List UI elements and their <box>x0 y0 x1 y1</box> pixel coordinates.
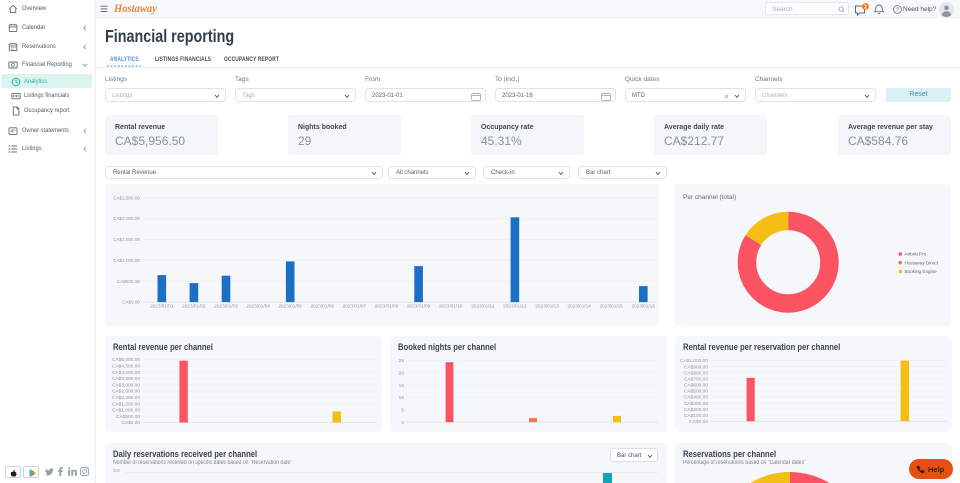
svg-text:2023/01/02: 2023/01/02 <box>182 304 206 309</box>
svg-text:CA$0.00: CA$0.00 <box>122 300 140 305</box>
svg-text:2023/01/16: 2023/01/16 <box>632 304 656 309</box>
svg-text:CA$900.00: CA$900.00 <box>684 364 708 370</box>
svg-text:CA$1,000.00: CA$1,000.00 <box>113 258 140 263</box>
svg-text:Per channel (total): Per channel (total) <box>683 194 736 201</box>
svg-text:CA$1,500.00: CA$1,500.00 <box>112 401 140 407</box>
svg-text:?: ? <box>896 8 899 14</box>
svg-text:2023/01/08: 2023/01/08 <box>375 304 399 309</box>
svg-text:CA$2,500.00: CA$2,500.00 <box>113 195 140 200</box>
svg-text:CA$100.00: CA$100.00 <box>684 413 708 419</box>
svg-text:CA$2,000.00: CA$2,000.00 <box>113 216 140 221</box>
svg-text:CA$300.00: CA$300.00 <box>684 401 708 407</box>
svg-text:2023/01/06: 2023/01/06 <box>311 304 335 309</box>
svg-text:2023/01/15: 2023/01/15 <box>599 304 623 309</box>
svg-text:2023/01/10: 2023/01/10 <box>439 304 463 309</box>
svg-text:CA$2,500.00: CA$2,500.00 <box>112 389 140 395</box>
svg-text:5: 5 <box>401 408 404 414</box>
svg-text:2023/01/12: 2023/01/12 <box>503 304 527 309</box>
svg-text:25: 25 <box>399 358 405 364</box>
svg-text:15: 15 <box>399 383 405 389</box>
svg-text:2023/01/13: 2023/01/13 <box>535 304 559 309</box>
svg-text:CA$400.00: CA$400.00 <box>684 395 708 401</box>
svg-text:CA$500.00: CA$500.00 <box>116 414 140 420</box>
svg-text:CA$2,000.00: CA$2,000.00 <box>112 395 140 401</box>
svg-text:CA$1,000.00: CA$1,000.00 <box>680 358 708 364</box>
svg-text:2023/01/01: 2023/01/01 <box>150 304 174 309</box>
svg-text:20: 20 <box>399 370 405 376</box>
svg-text:CA$500.00: CA$500.00 <box>684 389 708 395</box>
svg-text:CA$1,500.00: CA$1,500.00 <box>113 237 140 242</box>
svg-text:Airbnb Pro: Airbnb Pro <box>905 252 927 257</box>
svg-text:2023/01/07: 2023/01/07 <box>343 304 367 309</box>
svg-text:CA$5,000.00: CA$5,000.00 <box>112 357 140 363</box>
svg-text:2023/01/05: 2023/01/05 <box>278 304 302 309</box>
svg-text:CA$700.00: CA$700.00 <box>684 377 708 383</box>
svg-text:10: 10 <box>399 395 405 401</box>
svg-text:2023/01/11: 2023/01/11 <box>471 304 495 309</box>
svg-text:Hostaway Direct: Hostaway Direct <box>905 260 939 265</box>
svg-text:CA$1,000.00: CA$1,000.00 <box>112 408 140 414</box>
svg-text:CA$800.00: CA$800.00 <box>684 370 708 376</box>
svg-text:2023/01/09: 2023/01/09 <box>407 304 431 309</box>
svg-text:3.0: 3.0 <box>113 468 120 474</box>
svg-text:CA$3,500.00: CA$3,500.00 <box>112 376 140 382</box>
svg-text:2: 2 <box>864 4 867 10</box>
svg-text:CA$200.00: CA$200.00 <box>684 407 708 413</box>
svg-text:2023/01/04: 2023/01/04 <box>246 304 270 309</box>
svg-text:CA$0.00: CA$0.00 <box>121 420 140 426</box>
svg-text:CA$0.00: CA$0.00 <box>689 419 708 425</box>
svg-text:CA$4,500.00: CA$4,500.00 <box>112 364 140 370</box>
svg-text:CA$500.00: CA$500.00 <box>117 279 140 284</box>
svg-text:CA$600.00: CA$600.00 <box>684 383 708 389</box>
svg-text:CA$4,000.00: CA$4,000.00 <box>112 370 140 376</box>
svg-text:Booking Engine: Booking Engine <box>905 269 938 274</box>
svg-text:2023/01/03: 2023/01/03 <box>214 304 238 309</box>
svg-text:0: 0 <box>401 420 404 426</box>
svg-text:CA$3,000.00: CA$3,000.00 <box>112 382 140 388</box>
svg-text:2023/01/14: 2023/01/14 <box>567 304 591 309</box>
